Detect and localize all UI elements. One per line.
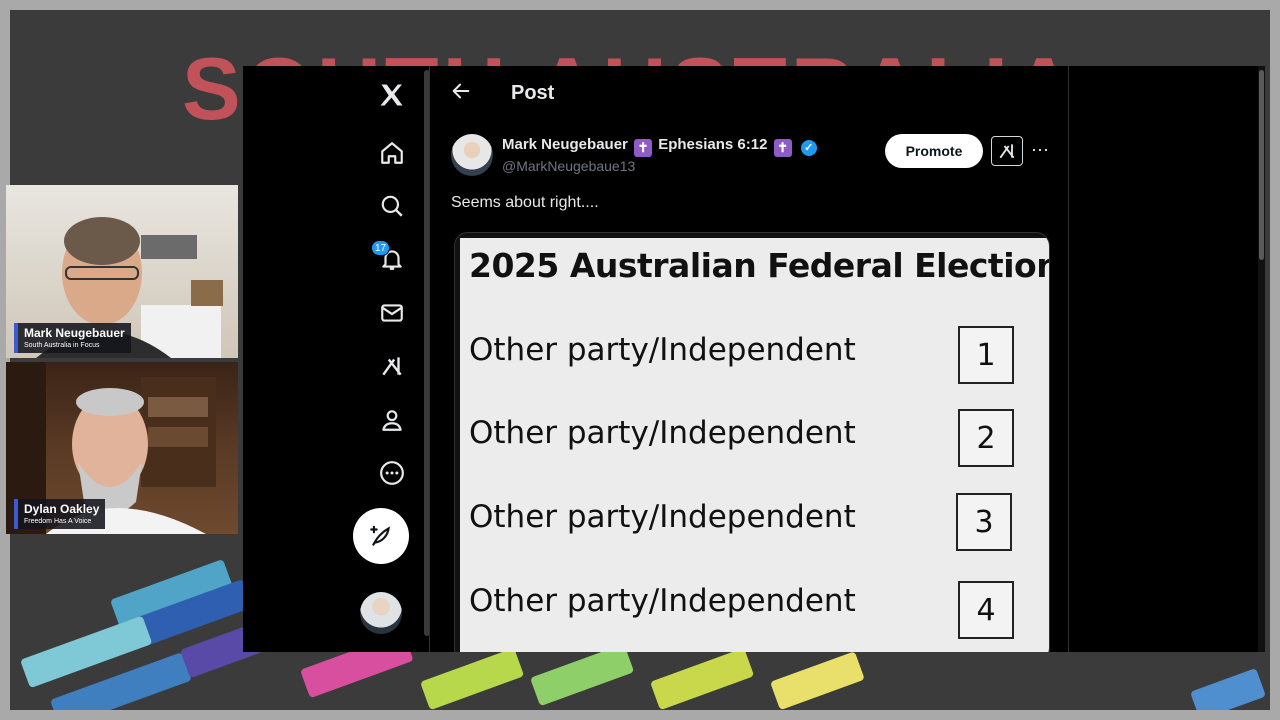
- ballot-row-label: Other party/Independent: [469, 499, 856, 535]
- participant-video-2: Dylan Oakley Freedom Has A Voice: [6, 362, 238, 534]
- participant-label: Dylan Oakley Freedom Has A Voice: [14, 499, 106, 529]
- more-icon[interactable]: [375, 456, 409, 490]
- decorative-stripe: [1190, 668, 1267, 710]
- compose-post-button[interactable]: [353, 508, 409, 564]
- account-avatar[interactable]: [360, 592, 402, 634]
- decorative-stripe: [530, 643, 635, 707]
- divider: [1068, 66, 1069, 652]
- participant-subtitle: Freedom Has A Voice: [24, 518, 92, 525]
- post-text: Seems about right....: [451, 194, 599, 211]
- post-image[interactable]: 2025 Australian Federal Election Other p…: [454, 232, 1050, 652]
- ballot-image: 2025 Australian Federal Election Other p…: [460, 238, 1050, 652]
- decorative-stripe: [770, 651, 865, 710]
- ballot-number-box: 4: [958, 581, 1014, 639]
- notification-count-badge: 17: [371, 240, 391, 256]
- decorative-stripe: [420, 647, 525, 710]
- messages-icon[interactable]: [375, 296, 409, 330]
- ballot-number-box: 1: [958, 326, 1014, 384]
- page-title: Post: [511, 82, 555, 104]
- participant-subtitle: South Australia in Focus: [24, 342, 100, 349]
- decorative-stripe: [650, 647, 755, 710]
- author-avatar[interactable]: [451, 134, 493, 176]
- ballot-title: 2025 Australian Federal Election: [469, 246, 1050, 285]
- participant-name: Dylan Oakley: [24, 502, 100, 516]
- stream-canvas: SOUTH AUSTRALIA Mark Neugebauer South Au…: [0, 0, 1280, 720]
- ballot-row-label: Other party/Independent: [469, 415, 856, 451]
- grok-explain-button[interactable]: [991, 136, 1023, 166]
- ballot-row-label: Other party/Independent: [469, 332, 856, 368]
- ballot-number-box: 2: [958, 409, 1014, 467]
- cross-emoji-icon: ✝: [773, 139, 792, 157]
- participant-label: Mark Neugebauer South Australia in Focus: [14, 323, 131, 353]
- more-options-icon[interactable]: ⋯: [1031, 140, 1050, 161]
- verified-badge-icon: ✓: [800, 140, 817, 156]
- profile-icon[interactable]: [375, 403, 409, 437]
- post-detail: Post Mark Neugebauer ✝ Ephesians 6:12 ✝ …: [430, 66, 1068, 652]
- grok-icon: [999, 144, 1015, 159]
- author-name-line[interactable]: Mark Neugebauer ✝ Ephesians 6:12 ✝ ✓: [502, 136, 817, 157]
- promote-button[interactable]: Promote: [885, 134, 983, 168]
- participant-video-1: Mark Neugebauer South Australia in Focus: [6, 185, 238, 358]
- author-name[interactable]: Mark Neugebauer: [502, 136, 628, 153]
- sidebar-nav: [353, 66, 433, 652]
- x-logo-icon[interactable]: [375, 78, 409, 112]
- home-icon[interactable]: [375, 136, 409, 170]
- grok-icon[interactable]: [375, 349, 409, 383]
- author-name-suffix: Ephesians 6:12: [658, 136, 768, 153]
- ballot-row-label: Other party/Independent: [469, 583, 856, 619]
- back-arrow-icon[interactable]: [450, 80, 472, 108]
- cross-emoji-icon: ✝: [634, 139, 653, 157]
- feather-plus-icon: [370, 525, 390, 546]
- page-scrollbar-thumb[interactable]: [1259, 70, 1264, 260]
- ballot-number-box: 3: [956, 493, 1012, 551]
- author-handle[interactable]: @MarkNeugebaue13: [502, 158, 635, 174]
- x-post-window: 17 Post Mark Neugebauer ✝ Ephesians 6:12…: [243, 66, 1265, 652]
- participant-name: Mark Neugebauer: [24, 326, 125, 340]
- search-icon[interactable]: [375, 189, 409, 223]
